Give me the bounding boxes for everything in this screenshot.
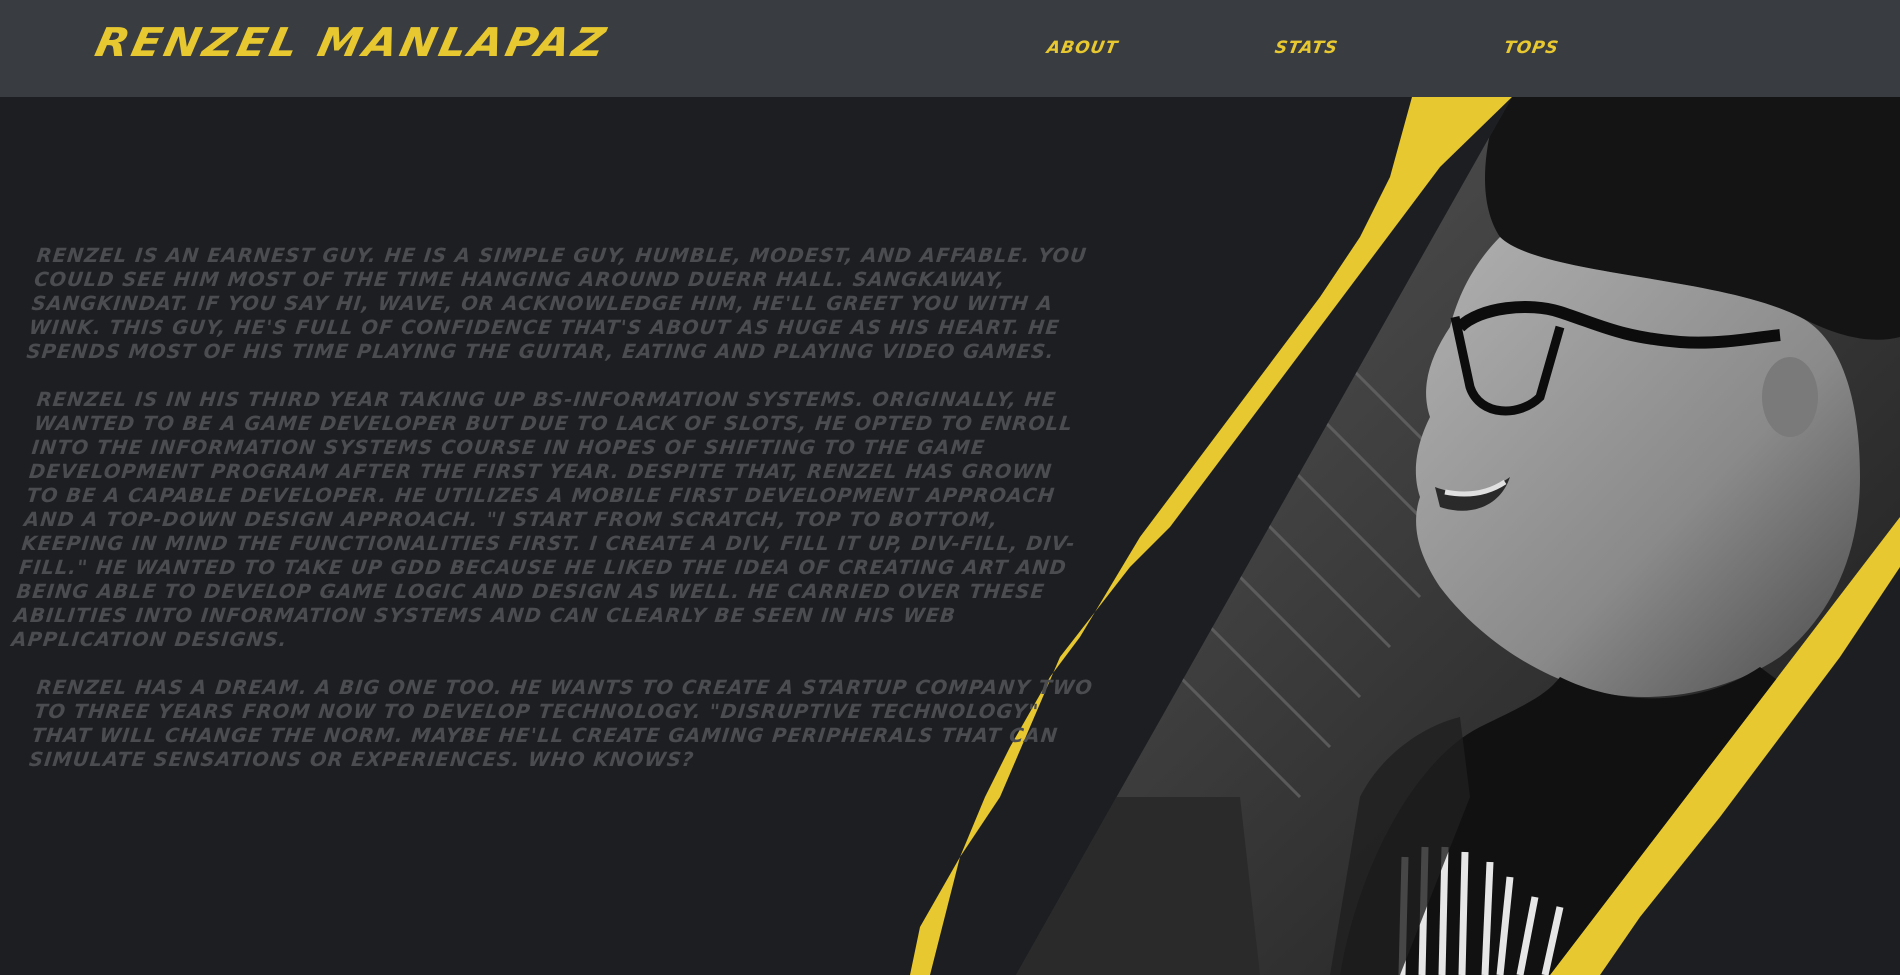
page: RENZEL MANLAPAZ ABOUT STATS TOPS RENZEL …	[0, 0, 1900, 975]
nav-link-tops[interactable]: TOPS	[1502, 38, 1560, 58]
about-paragraph-2: RENZEL IS IN HIS THIRD YEAR TAKING UP BS…	[10, 388, 1077, 651]
navbar: RENZEL MANLAPAZ ABOUT STATS TOPS	[0, 0, 1900, 97]
brand-logo[interactable]: RENZEL MANLAPAZ	[91, 20, 612, 66]
nav-link-stats[interactable]: STATS	[1273, 38, 1339, 58]
about-text: RENZEL IS AN EARNEST GUY. HE IS A SIMPLE…	[10, 244, 1098, 796]
about-section: RENZEL IS AN EARNEST GUY. HE IS A SIMPLE…	[0, 97, 1900, 975]
nav-link-about[interactable]: ABOUT	[1045, 38, 1119, 58]
about-paragraph-3: RENZEL HAS A DREAM. A BIG ONE TOO. HE WA…	[28, 676, 1095, 771]
about-paragraph-1: RENZEL IS AN EARNEST GUY. HE IS A SIMPLE…	[25, 244, 1089, 363]
